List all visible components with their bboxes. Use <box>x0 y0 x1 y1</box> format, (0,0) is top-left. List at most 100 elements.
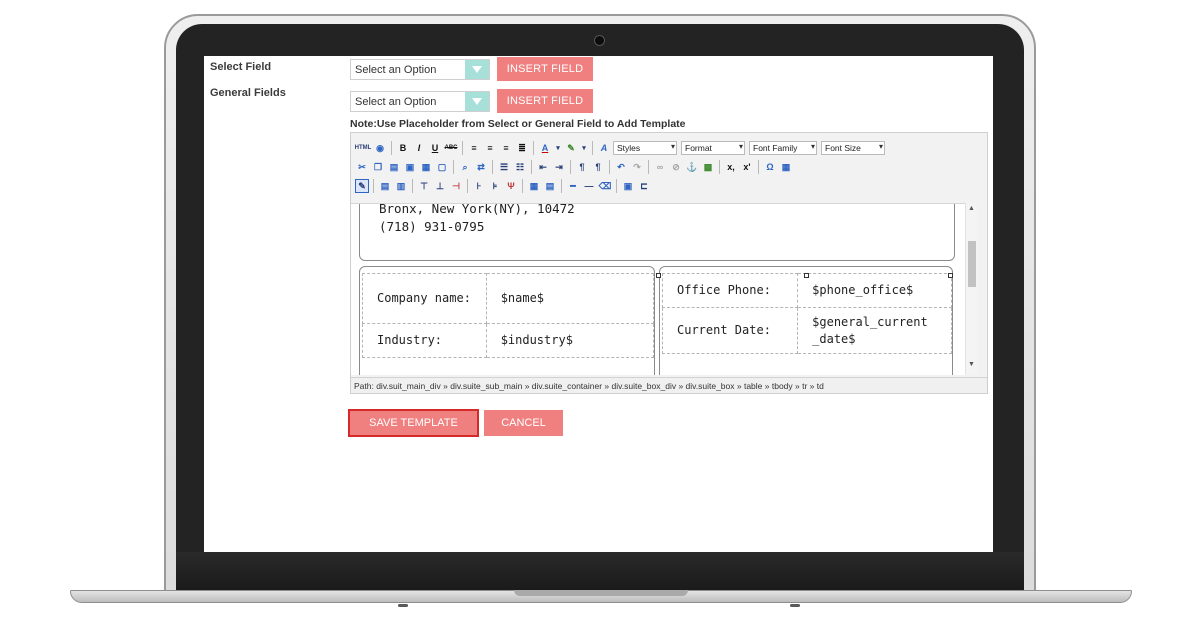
toolbar-row-3: ✎ ▤ ▥ ⊤ ⊥ ⊣ ⊦ ⊧ Ψ ▦ ▤ ━ — ⌫ ▣ ⊏ <box>355 177 651 195</box>
styles-icon[interactable]: A <box>597 141 611 155</box>
find-icon[interactable]: ⌕ <box>458 160 472 174</box>
chevron-down-icon[interactable] <box>465 60 489 79</box>
delete-col-icon[interactable]: Ψ <box>504 179 518 193</box>
general-fields-dropdown[interactable]: Select an Option <box>350 91 490 112</box>
text-color-icon[interactable]: A <box>538 141 552 155</box>
element-path-bar: Path: div.suit_main_div » div.suite_sub_… <box>351 377 987 393</box>
laptop-chin <box>176 552 1024 592</box>
contact-info-box: Office Phone: $phone_office$ Current Dat… <box>656 266 953 375</box>
split-cells-icon[interactable]: ▦ <box>527 179 541 193</box>
numbered-list-icon[interactable]: ☷ <box>513 160 527 174</box>
insert-col-after-icon[interactable]: ⊧ <box>488 179 502 193</box>
subscript-icon[interactable]: x, <box>724 160 738 174</box>
placeholder-note: Note:Use Placeholder from Select or Gene… <box>350 118 686 130</box>
remove-format-icon[interactable]: ⌫ <box>598 179 612 193</box>
anchor-icon[interactable]: ⚓ <box>685 160 699 174</box>
toolbar-divider <box>412 179 413 193</box>
table-value-cell[interactable]: $industry$ <box>485 323 655 358</box>
rtl-icon[interactable]: ¶ <box>591 160 605 174</box>
superscript-icon[interactable]: x' <box>740 160 754 174</box>
table-label-cell[interactable]: Office Phone: <box>661 273 799 308</box>
cut-icon[interactable]: ✂ <box>355 160 369 174</box>
select-all-icon[interactable]: ▢ <box>435 160 449 174</box>
webcam-icon <box>594 35 605 46</box>
font-size-select[interactable]: Font Size <box>821 141 885 155</box>
font-family-select[interactable]: Font Family <box>749 141 817 155</box>
table-value-cell[interactable]: $general_current _date$ <box>797 307 952 354</box>
toolbar-divider <box>570 160 571 174</box>
table-icon[interactable]: ▦ <box>779 160 793 174</box>
link-icon[interactable]: ∞ <box>653 160 667 174</box>
scroll-down-icon[interactable]: ▼ <box>968 361 975 368</box>
bold-icon[interactable]: B <box>396 141 410 155</box>
toolbar-divider <box>758 160 759 174</box>
chevron-down-icon[interactable] <box>465 92 489 111</box>
strikethrough-icon[interactable]: ABC <box>444 141 458 155</box>
outdent-icon[interactable]: ⇤ <box>536 160 550 174</box>
chevron-down-icon[interactable]: ▾ <box>580 141 588 155</box>
align-justify-icon[interactable]: ≣ <box>515 141 529 155</box>
insert-row-after-icon[interactable]: ⊥ <box>433 179 447 193</box>
table-value-cell[interactable]: $name$ <box>485 273 655 324</box>
table-value-cell[interactable]: $phone_office$ <box>797 273 952 308</box>
general-fields-value: Select an Option <box>355 95 437 108</box>
general-fields-label: General Fields <box>210 87 286 99</box>
paste-icon[interactable]: ▤ <box>387 160 401 174</box>
toolbar-divider <box>462 141 463 155</box>
save-template-button[interactable]: SAVE TEMPLATE <box>348 409 479 437</box>
resize-handle[interactable] <box>948 273 953 278</box>
horizontal-rule-icon[interactable]: ━ <box>566 179 580 193</box>
copy-icon[interactable]: ❐ <box>371 160 385 174</box>
cancel-button[interactable]: CANCEL <box>484 410 563 436</box>
hr-icon[interactable]: — <box>582 179 596 193</box>
paste-word-icon[interactable]: ▦ <box>419 160 433 174</box>
visual-aid-icon[interactable]: ✎ <box>355 179 369 193</box>
scrollbar-thumb[interactable] <box>968 241 976 287</box>
italic-icon[interactable]: I <box>412 141 426 155</box>
table-row-props-icon[interactable]: ▤ <box>378 179 392 193</box>
replace-icon[interactable]: ⇄ <box>474 160 488 174</box>
ltr-icon[interactable]: ¶ <box>575 160 589 174</box>
scroll-up-icon[interactable]: ▲ <box>968 205 975 212</box>
special-char-icon[interactable]: Ω <box>763 160 777 174</box>
indent-icon[interactable]: ⇥ <box>552 160 566 174</box>
help-icon[interactable]: ◉ <box>373 141 387 155</box>
insert-date-icon[interactable]: ▣ <box>621 179 635 193</box>
editor-content-area[interactable]: Bronx, New York(NY), 10472 (718) 931-079… <box>351 203 977 375</box>
format-select[interactable]: Format <box>681 141 745 155</box>
chevron-down-icon[interactable]: ▾ <box>554 141 562 155</box>
bullet-list-icon[interactable]: ☰ <box>497 160 511 174</box>
unlink-icon[interactable]: ⊘ <box>669 160 683 174</box>
undo-icon[interactable]: ↶ <box>614 160 628 174</box>
styles-select[interactable]: Styles <box>613 141 677 155</box>
insert-field-button[interactable]: INSERT FIELD <box>497 57 593 81</box>
insert-general-field-button[interactable]: INSERT FIELD <box>497 89 593 113</box>
laptop-foot-right <box>790 604 800 607</box>
resize-handle[interactable] <box>656 273 661 278</box>
table-label-cell[interactable]: Industry: <box>362 323 487 358</box>
insert-row-before-icon[interactable]: ⊤ <box>417 179 431 193</box>
resize-handle[interactable] <box>804 273 809 278</box>
table-cell-props-icon[interactable]: ▥ <box>394 179 408 193</box>
toolbar-divider <box>453 160 454 174</box>
align-left-icon[interactable]: ≡ <box>467 141 481 155</box>
merge-cells-icon[interactable]: ▤ <box>543 179 557 193</box>
insert-col-before-icon[interactable]: ⊦ <box>472 179 486 193</box>
editor-scrollbar[interactable]: ▲ ▼ <box>965 203 977 375</box>
align-right-icon[interactable]: ≡ <box>499 141 513 155</box>
redo-icon[interactable]: ↷ <box>630 160 644 174</box>
paste-text-icon[interactable]: ▣ <box>403 160 417 174</box>
table-label-cell[interactable]: Current Date: <box>661 307 799 354</box>
underline-icon[interactable]: U <box>428 141 442 155</box>
delete-row-icon[interactable]: ⊣ <box>449 179 463 193</box>
highlight-color-icon[interactable]: ✎ <box>564 141 578 155</box>
address-line-2: (718) 931-0795 <box>379 219 485 234</box>
table-label-cell[interactable]: Company name: <box>362 273 487 324</box>
image-icon[interactable]: ▩ <box>701 160 715 174</box>
select-field-value: Select an Option <box>355 63 437 76</box>
select-field-dropdown[interactable]: Select an Option <box>350 59 490 80</box>
company-info-table: Company name: $name$ Industry: $industry… <box>362 273 655 358</box>
align-center-icon[interactable]: ≡ <box>483 141 497 155</box>
html-source-icon[interactable]: HTML <box>355 141 372 155</box>
page-break-icon[interactable]: ⊏ <box>637 179 651 193</box>
